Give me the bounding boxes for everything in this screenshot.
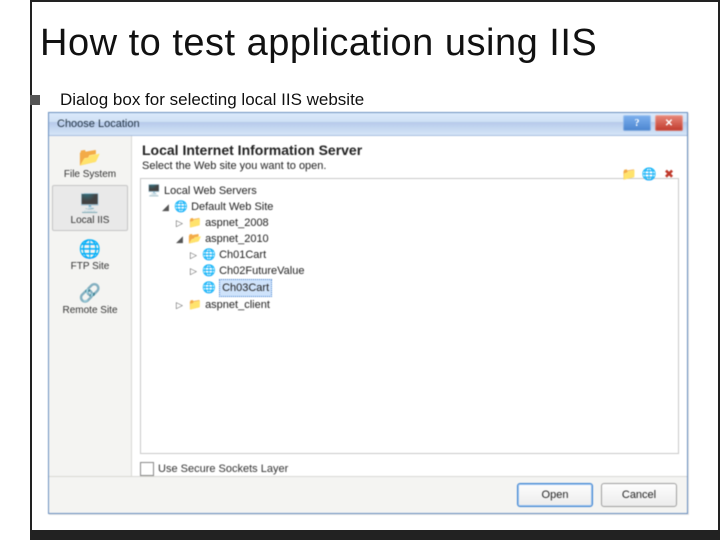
new-site-icon[interactable]: 🌐: [641, 166, 657, 182]
slide-bullet-row: Dialog box for selecting local IIS websi…: [30, 90, 710, 110]
app-icon: 🌐: [202, 248, 216, 262]
tree-label: Ch02FutureValue: [219, 263, 304, 279]
site-tree[interactable]: 🖥️ Local Web Servers ◢ 🌐 Default Web Sit…: [140, 178, 679, 454]
tree-default-site[interactable]: 🌐 Default Web Site: [174, 199, 273, 215]
slide-title: How to test application using IIS: [40, 22, 710, 65]
new-app-icon[interactable]: 📁: [621, 166, 637, 182]
open-button[interactable]: Open: [517, 483, 593, 507]
main-panel: Local Internet Information Server Select…: [132, 136, 687, 476]
expander-icon[interactable]: ▷: [175, 297, 184, 313]
tree-label: aspnet_2010: [205, 231, 269, 247]
tree-app-selected[interactable]: 🌐 Ch03Cart: [202, 279, 272, 297]
close-button[interactable]: ✕: [655, 115, 683, 131]
tree-label: Ch01Cart: [219, 247, 266, 263]
tree-label: Default Web Site: [191, 199, 273, 215]
link-icon: 🔗: [75, 281, 105, 305]
tree-app[interactable]: 🌐 Ch02FutureValue: [202, 263, 304, 279]
folder-icon: 📂: [75, 145, 105, 169]
expander-icon[interactable]: ▷: [175, 215, 184, 231]
sidebar-item-ftp-site[interactable]: 🌐 FTP Site: [49, 232, 131, 276]
folder-open-icon: 📂: [188, 232, 202, 246]
sidebar-item-remote-site[interactable]: 🔗 Remote Site: [49, 276, 131, 320]
ssl-row: Use Secure Sockets Layer: [132, 458, 687, 476]
cancel-button[interactable]: Cancel: [601, 483, 677, 507]
folder-icon: 📁: [188, 298, 202, 312]
app-icon: 🌐: [202, 281, 216, 295]
sidebar-item-local-iis[interactable]: 🖥️ Local IIS: [52, 185, 128, 231]
expander-icon[interactable]: ◢: [175, 231, 184, 247]
sidebar-item-file-system[interactable]: 📂 File System: [49, 140, 131, 184]
globe-icon: 🌐: [75, 237, 105, 261]
choose-location-dialog: Choose Location ? ✕ 📂 File System 🖥️ Loc…: [48, 112, 688, 514]
server-icon: 🖥️: [147, 184, 161, 198]
help-button[interactable]: ?: [623, 115, 651, 131]
delete-icon[interactable]: ✖: [661, 166, 677, 182]
ssl-label: Use Secure Sockets Layer: [158, 463, 288, 475]
server-icon: 🖥️: [75, 191, 105, 215]
ssl-checkbox[interactable]: [140, 462, 154, 476]
app-icon: 🌐: [202, 264, 216, 278]
expander-icon[interactable]: ▷: [189, 263, 198, 279]
bullet-icon: [30, 95, 40, 105]
panel-subtitle: Select the Web site you want to open.: [142, 160, 677, 172]
tree-toolbar: 📁 🌐 ✖: [621, 166, 677, 182]
tree-folder[interactable]: 📂 aspnet_2010: [188, 231, 269, 247]
panel-title: Local Internet Information Server: [142, 142, 677, 158]
sidebar-item-label: Local IIS: [71, 215, 110, 226]
dialog-titlebar: Choose Location ? ✕: [49, 113, 687, 136]
folder-icon: 📁: [188, 216, 202, 230]
tree-root[interactable]: 🖥️ Local Web Servers: [147, 183, 257, 199]
dialog-footer: Open Cancel: [49, 476, 687, 513]
tree-app[interactable]: 🌐 Ch01Cart: [202, 247, 266, 263]
bullet-text: Dialog box for selecting local IIS websi…: [60, 90, 364, 110]
tree-folder[interactable]: 📁 aspnet_2008: [188, 215, 269, 231]
tree-label: aspnet_2008: [205, 215, 269, 231]
sidebar-item-label: FTP Site: [71, 261, 110, 272]
expander-icon[interactable]: ▷: [189, 247, 198, 263]
dialog-title: Choose Location: [57, 118, 140, 130]
location-sidebar: 📂 File System 🖥️ Local IIS 🌐 FTP Site 🔗 …: [49, 136, 132, 476]
globe-icon: 🌐: [174, 200, 188, 214]
expander-icon[interactable]: ◢: [161, 199, 170, 215]
sidebar-item-label: File System: [64, 169, 116, 180]
tree-label: aspnet_client: [205, 297, 270, 313]
sidebar-item-label: Remote Site: [62, 305, 117, 316]
tree-label: Local Web Servers: [164, 183, 257, 199]
tree-label: Ch03Cart: [219, 279, 272, 297]
tree-folder[interactable]: 📁 aspnet_client: [188, 297, 270, 313]
